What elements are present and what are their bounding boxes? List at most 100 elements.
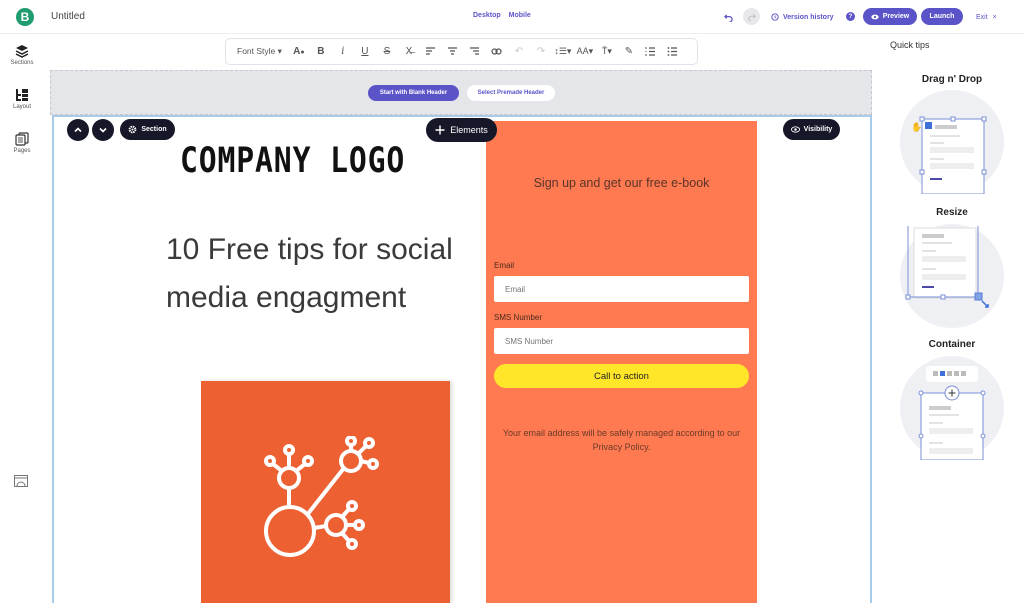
gear-icon <box>128 125 137 134</box>
email-field[interactable] <box>494 276 749 302</box>
eye-icon <box>790 126 800 133</box>
redo-button[interactable] <box>743 8 760 25</box>
unordered-list-icon <box>668 47 678 56</box>
redo-icon <box>747 13 756 21</box>
bold-icon: B <box>317 46 325 57</box>
resize-illustration <box>900 224 1004 328</box>
exit-label: Exit <box>976 13 988 21</box>
ordered-list-button[interactable] <box>640 42 662 62</box>
italic-icon: i <box>341 46 345 57</box>
undo-format-button[interactable]: ↶ <box>508 42 530 62</box>
align-left-icon <box>426 47 436 55</box>
quick-tips-title: Quick tips <box>890 40 930 50</box>
sidebar-item-pages[interactable]: Pages <box>0 132 44 154</box>
sidebar-label-pages: Pages <box>13 148 31 154</box>
chevron-down-icon <box>99 127 107 133</box>
close-icon: × <box>992 13 997 21</box>
text-color-icon: A● <box>293 46 305 57</box>
highlighter-icon: ✎ <box>624 46 634 57</box>
drag-drop-illustration: ✋ <box>900 90 1004 194</box>
text-color-button[interactable]: A● <box>288 42 310 62</box>
device-tabs: Desktop Mobile <box>473 12 531 19</box>
left-sidebar: Sections Layout Pages <box>0 34 44 603</box>
container-illustration <box>900 356 1004 460</box>
email-label: Email <box>494 261 515 270</box>
preview-button[interactable]: Preview <box>863 8 917 25</box>
tip-heading-drag-drop: Drag n' Drop <box>921 74 983 85</box>
sidebar-item-layout[interactable]: Layout <box>0 88 44 110</box>
image-icon[interactable] <box>14 475 28 487</box>
quick-tips-panel: Quick tips Drag n' Drop ✋ Resize Contain… <box>880 34 1024 603</box>
call-to-action-button[interactable]: Call to action <box>494 364 749 388</box>
underline-button[interactable]: U <box>354 42 376 62</box>
clear-format-button[interactable]: X̶ <box>398 42 420 62</box>
text-spacing-icon: T̄▾ <box>601 46 612 56</box>
section-label: Section <box>141 126 167 133</box>
strikethrough-button[interactable]: S <box>376 42 398 62</box>
sidebar-item-sections[interactable]: Sections <box>0 44 44 66</box>
preview-label: Preview <box>882 13 910 20</box>
network-nodes-icon <box>264 436 379 557</box>
undo-icon <box>724 13 733 22</box>
visibility-label: Visibility <box>803 126 833 133</box>
italic-button[interactable]: i <box>332 42 354 62</box>
form-title[interactable]: Sign up and get our free e-book <box>486 176 757 190</box>
ordered-list-icon <box>645 47 656 56</box>
tip-heading-container: Container <box>928 339 976 350</box>
headline-text[interactable]: 10 Free tips for social media engagment <box>166 226 456 322</box>
document-title[interactable]: Untitled <box>51 11 85 22</box>
font-size-icon: AA▾ <box>576 46 594 56</box>
redo-icon: ↷ <box>536 46 546 57</box>
select-premade-header-button[interactable]: Select Premade Header <box>467 85 555 101</box>
bold-button[interactable]: B <box>310 42 332 62</box>
chevron-up-icon <box>74 127 82 133</box>
version-history-button[interactable]: Version history <box>771 8 834 26</box>
clear-format-icon: X̶ <box>405 46 413 57</box>
pages-icon <box>15 132 29 146</box>
header-dropzone[interactable]: Start with Blank Header Select Premade H… <box>50 70 872 115</box>
link-button[interactable] <box>486 42 508 62</box>
move-section-up-button[interactable] <box>67 119 89 141</box>
history-icon <box>771 13 779 21</box>
highlight-button[interactable]: ✎ <box>618 42 640 62</box>
signup-form-column[interactable]: Sign up and get our free e-book Email SM… <box>486 121 757 603</box>
align-center-button[interactable] <box>442 42 464 62</box>
elements-label: Elements <box>450 125 488 135</box>
eye-icon <box>871 14 879 19</box>
sms-label: SMS Number <box>494 313 543 322</box>
font-size-button[interactable]: AA▾ <box>574 42 596 62</box>
exit-button[interactable]: Exit × <box>976 8 997 26</box>
add-elements-button[interactable]: Elements <box>426 118 497 142</box>
move-section-down-button[interactable] <box>92 119 114 141</box>
align-right-icon <box>470 47 480 55</box>
tab-desktop[interactable]: Desktop <box>473 12 501 19</box>
align-left-button[interactable] <box>420 42 442 62</box>
section-settings-button[interactable]: Section <box>120 119 175 140</box>
layers-icon <box>15 45 29 58</box>
sms-number-field[interactable] <box>494 328 749 354</box>
app-logo[interactable]: B <box>16 8 34 26</box>
launch-button[interactable]: Launch <box>921 8 963 25</box>
visibility-button[interactable]: Visibility <box>783 119 840 140</box>
unordered-list-button[interactable] <box>662 42 684 62</box>
sidebar-label-sections: Sections <box>10 60 34 66</box>
privacy-note[interactable]: Your email address will be safely manage… <box>486 426 757 454</box>
help-button[interactable]: ? <box>846 12 855 21</box>
align-right-button[interactable] <box>464 42 486 62</box>
svg-text:✋: ✋ <box>911 121 922 133</box>
underline-icon: U <box>361 46 369 57</box>
hero-image[interactable] <box>201 381 450 603</box>
undo-icon: ↶ <box>514 46 524 57</box>
undo-button[interactable] <box>724 8 733 26</box>
font-style-dropdown[interactable]: Font Style ▾ <box>237 46 282 57</box>
tab-mobile[interactable]: Mobile <box>509 12 531 19</box>
formatting-toolbar: Font Style ▾ A● B i U S X̶ ↶ ↷ ↕☰▾ AA▾ T… <box>225 38 698 65</box>
text-spacing-button[interactable]: T̄▾ <box>596 42 618 62</box>
layout-icon <box>16 89 28 101</box>
start-blank-header-button[interactable]: Start with Blank Header <box>368 85 459 101</box>
redo-format-button[interactable]: ↷ <box>530 42 552 62</box>
company-logo[interactable]: COMPANY LOGO <box>180 141 405 181</box>
link-icon <box>491 48 503 55</box>
top-bar: B Untitled Desktop Mobile Version histor… <box>0 0 1024 34</box>
line-height-button[interactable]: ↕☰▾ <box>552 42 574 62</box>
